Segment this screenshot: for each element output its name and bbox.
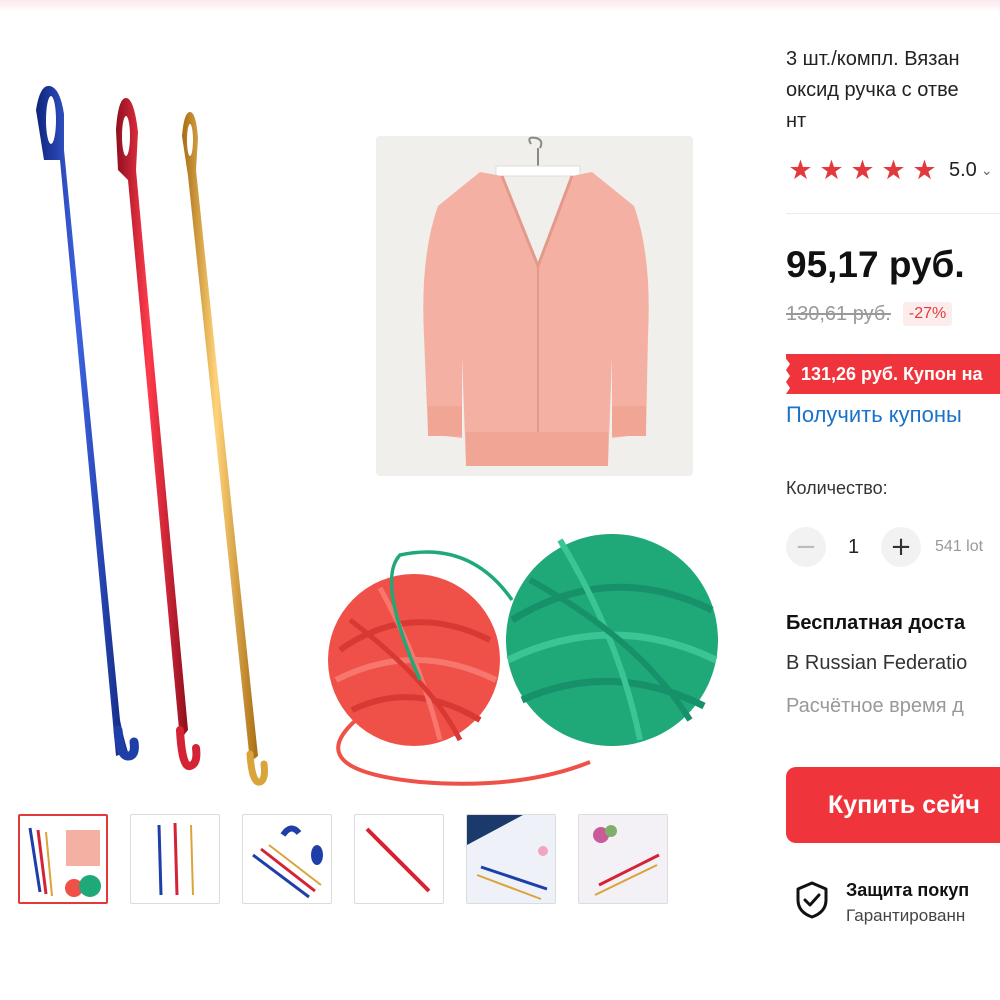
main-product-image[interactable] xyxy=(0,40,760,820)
rating-value: 5.0 xyxy=(949,158,977,181)
product-title: 3 шт./компл. Вязан оксид ручка с отве нт xyxy=(786,44,1000,137)
get-coupons-link[interactable]: Получить купоны xyxy=(786,402,962,428)
star-icon: ★ xyxy=(788,155,813,185)
thumbnail-4[interactable] xyxy=(354,814,444,904)
red-crochet-hook xyxy=(116,98,201,770)
blue-crochet-hook xyxy=(36,85,139,761)
sweater-photo xyxy=(376,136,693,476)
quantity-value[interactable]: 1 xyxy=(826,536,881,559)
thumbnail-5[interactable] xyxy=(466,814,556,904)
rating-stars: ★ ★ ★ ★ ★ xyxy=(786,155,939,185)
shipping-eta: Расчётное время д xyxy=(786,695,964,717)
star-icon: ★ xyxy=(881,155,906,185)
old-price: 130,61 руб. xyxy=(786,302,891,325)
shipping-title: Бесплатная доста xyxy=(786,612,966,634)
shipping-destination[interactable]: В Russian Federatio xyxy=(786,652,967,675)
quantity-stepper: − 1 + 541 lot xyxy=(786,527,983,567)
thumbnail-6[interactable] xyxy=(578,814,668,904)
current-price: 95,17 руб. xyxy=(786,244,965,285)
lots-available: 541 lot xyxy=(935,538,984,555)
discount-badge: -27% xyxy=(902,302,953,326)
buy-now-button[interactable]: Купить сейч xyxy=(786,767,1000,843)
product-info-panel: 3 шт./компл. Вязан оксид ручка с отве нт… xyxy=(786,0,1000,1000)
thumbnail-1[interactable] xyxy=(18,814,108,904)
sweater-illustration xyxy=(423,136,649,466)
product-title-line: нт xyxy=(786,110,807,132)
buyer-protection-subtitle: Гарантированн xyxy=(846,906,966,925)
quantity-label: Количество: xyxy=(786,478,888,498)
increase-quantity-button[interactable]: + xyxy=(881,527,921,567)
decrease-quantity-button[interactable]: − xyxy=(786,527,826,567)
product-title-line: 3 шт./компл. Вязан xyxy=(786,48,960,70)
star-icon: ★ xyxy=(850,155,875,185)
chevron-down-icon[interactable]: ⌄ xyxy=(981,162,993,179)
thumbnail-3[interactable] xyxy=(242,814,332,904)
thumbnail-2[interactable] xyxy=(130,814,220,904)
divider xyxy=(786,213,1000,214)
star-icon: ★ xyxy=(819,155,844,185)
buyer-protection-title: Защита покуп xyxy=(846,880,970,900)
coupon-banner[interactable]: 131,26 руб. Купон на xyxy=(786,354,1000,394)
shield-check-icon xyxy=(796,881,828,919)
product-title-line: оксид ручка с отве xyxy=(786,79,959,101)
rating-summary[interactable]: ★ ★ ★ ★ ★ 5.0 ⌄ xyxy=(786,155,993,185)
gold-crochet-hook xyxy=(182,112,268,786)
star-icon: ★ xyxy=(912,155,937,185)
old-price-row: 130,61 руб. -27% xyxy=(786,302,953,326)
